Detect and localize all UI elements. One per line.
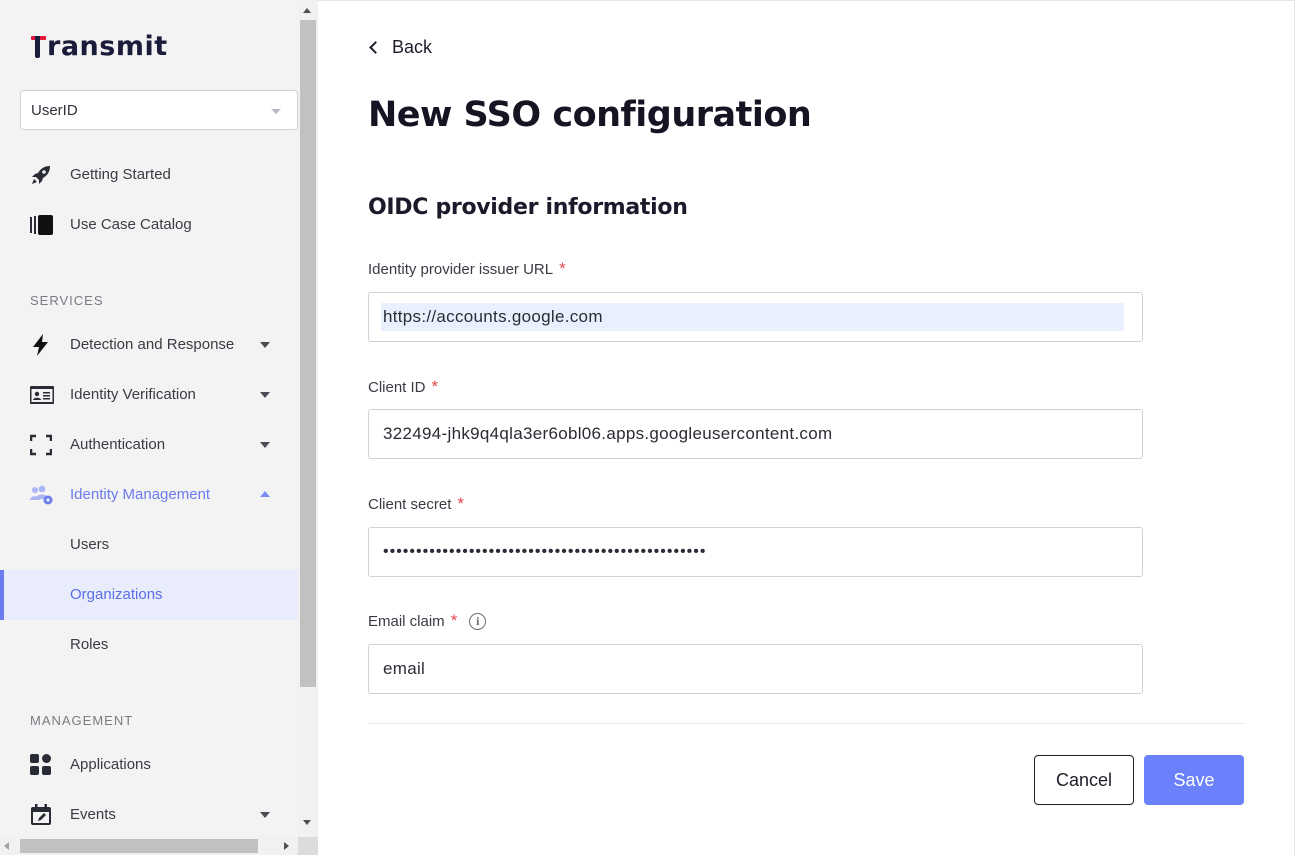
rocket-icon — [30, 164, 52, 186]
section-title-management: MANAGEMENT — [30, 713, 134, 728]
app-selector-dropdown[interactable]: UserID — [20, 90, 298, 130]
issuer-url-input[interactable] — [370, 294, 1141, 340]
sidebar-horizontal-scroll-thumb[interactable] — [20, 839, 258, 853]
sidebar-item-label: Authentication — [70, 436, 166, 453]
sidebar-item-label: Detection and Response — [70, 336, 235, 353]
apps-grid-icon — [30, 754, 52, 776]
email-claim-input[interactable] — [370, 646, 1141, 692]
bolt-icon — [30, 334, 52, 356]
sidebar-item-getting-started[interactable]: Getting Started — [0, 150, 298, 200]
sidebar-item-authentication[interactable]: Authentication — [0, 420, 298, 470]
sidebar-item-label: Organizations — [70, 586, 163, 603]
scrollbar-corner — [298, 837, 318, 855]
main-content: Back New SSO configuration OIDC provider… — [318, 0, 1295, 855]
chevron-up-icon[interactable] — [260, 491, 270, 497]
required-asterisk: * — [450, 611, 458, 630]
calendar-icon — [30, 804, 52, 826]
logo-text: ransmit — [47, 30, 168, 62]
email-claim-label-text: Email claim — [368, 612, 445, 630]
page-title: New SSO configuration — [368, 95, 812, 135]
transmit-logo[interactable]: ransmit — [30, 30, 168, 62]
client-secret-input[interactable] — [370, 529, 1141, 575]
scroll-left-arrow-icon[interactable] — [4, 842, 9, 850]
form-divider — [368, 723, 1245, 724]
id-card-icon — [30, 384, 54, 406]
client-id-field[interactable] — [368, 409, 1143, 459]
users-gear-icon — [30, 484, 53, 506]
info-icon[interactable]: i — [469, 612, 487, 630]
client-secret-label-text: Client secret — [368, 495, 452, 513]
sidebar-item-label: Identity Verification — [70, 386, 196, 403]
scan-frame-icon — [29, 434, 53, 456]
sidebar-subitem-organizations[interactable]: Organizations — [0, 570, 298, 620]
sidebar-item-detection-and-response[interactable]: Detection and Response — [0, 320, 298, 370]
sidebar-item-label: Roles — [70, 636, 109, 653]
chevron-left-icon — [369, 40, 382, 54]
scroll-up-arrow-icon[interactable] — [303, 8, 311, 13]
sidebar-item-applications[interactable]: Applications — [0, 740, 298, 790]
client-id-label: Client ID * — [368, 377, 438, 397]
sidebar-item-label: Identity Management — [70, 486, 211, 503]
required-asterisk: * — [559, 259, 566, 278]
sidebar-item-events[interactable]: Events — [0, 790, 298, 840]
selected-indicator — [0, 570, 4, 620]
chevron-down-icon[interactable] — [260, 342, 270, 348]
caret-down-icon — [271, 109, 281, 114]
chevron-down-icon[interactable] — [260, 812, 270, 818]
required-asterisk: * — [431, 377, 439, 396]
required-asterisk: * — [457, 494, 464, 513]
issuer-url-label: Identity provider issuer URL * — [368, 259, 566, 279]
cancel-button[interactable]: Cancel — [1034, 755, 1134, 805]
scroll-right-arrow-icon[interactable] — [284, 842, 289, 850]
back-label: Back — [392, 36, 433, 57]
client-id-label-text: Client ID — [368, 378, 426, 396]
chevron-down-icon[interactable] — [260, 392, 270, 398]
sidebar-subitem-users[interactable]: Users — [0, 520, 298, 570]
catalog-icon — [30, 214, 53, 236]
app-selector-value: UserID — [31, 101, 78, 119]
scroll-down-arrow-icon[interactable] — [303, 820, 311, 825]
email-claim-label: Email claim * i — [368, 611, 487, 631]
sidebar-subitem-roles[interactable]: Roles — [0, 620, 298, 670]
chevron-down-icon[interactable] — [260, 442, 270, 448]
issuer-url-label-text: Identity provider issuer URL — [368, 260, 554, 278]
sidebar-item-label: Users — [70, 536, 110, 553]
sidebar-vertical-scroll-thumb[interactable] — [300, 20, 316, 687]
sidebar-item-use-case-catalog[interactable]: Use Case Catalog — [0, 200, 298, 250]
sidebar-item-label: Use Case Catalog — [70, 216, 192, 233]
sidebar: ransmit UserID Getting Started Use Case … — [0, 0, 318, 855]
sidebar-item-label: Getting Started — [70, 166, 171, 183]
back-link[interactable]: Back — [368, 35, 432, 59]
sidebar-item-identity-management[interactable]: Identity Management — [0, 470, 298, 520]
logo-mark-icon — [30, 33, 46, 59]
sidebar-item-label: Events — [70, 806, 116, 823]
email-claim-field[interactable] — [368, 644, 1143, 694]
sidebar-item-identity-verification[interactable]: Identity Verification — [0, 370, 298, 420]
client-id-input[interactable] — [370, 411, 1141, 457]
client-secret-label: Client secret * — [368, 494, 464, 514]
issuer-url-field[interactable] — [368, 292, 1143, 342]
section-heading: OIDC provider information — [368, 195, 688, 220]
sidebar-item-label: Applications — [70, 756, 151, 773]
save-button[interactable]: Save — [1144, 755, 1244, 805]
section-title-services: SERVICES — [30, 293, 104, 308]
client-secret-field[interactable] — [368, 527, 1143, 577]
